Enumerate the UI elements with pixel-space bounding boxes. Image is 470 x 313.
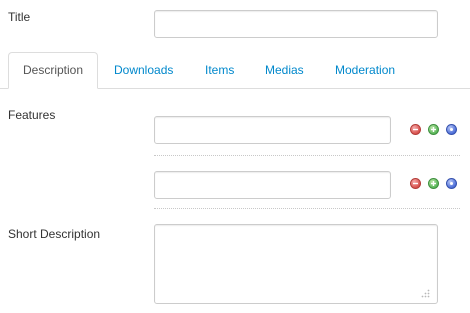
feature-separator — [154, 155, 460, 156]
title-input[interactable] — [154, 10, 438, 38]
short-description-label: Short Description — [8, 227, 101, 241]
tab-items[interactable]: Items — [205, 52, 234, 89]
tab-description[interactable]: Description — [8, 52, 98, 89]
tab-bar: Description Downloads Items Medias Moder… — [0, 52, 470, 89]
features-label: Features — [8, 108, 56, 122]
title-label: Title — [8, 10, 31, 24]
feature-input-2[interactable] — [154, 171, 391, 199]
remove-feature-icon[interactable] — [410, 178, 421, 189]
move-feature-icon[interactable] — [446, 178, 457, 189]
short-description-textarea[interactable] — [154, 224, 438, 304]
feature-input-1[interactable] — [154, 116, 391, 144]
tab-medias[interactable]: Medias — [265, 52, 304, 89]
tab-moderation[interactable]: Moderation — [335, 52, 395, 89]
feature-separator — [154, 208, 460, 209]
add-feature-icon[interactable] — [428, 178, 439, 189]
move-feature-icon[interactable] — [446, 124, 457, 135]
tab-downloads[interactable]: Downloads — [114, 52, 173, 89]
add-feature-icon[interactable] — [428, 124, 439, 135]
resize-grip-icon[interactable] — [420, 289, 430, 299]
remove-feature-icon[interactable] — [410, 124, 421, 135]
